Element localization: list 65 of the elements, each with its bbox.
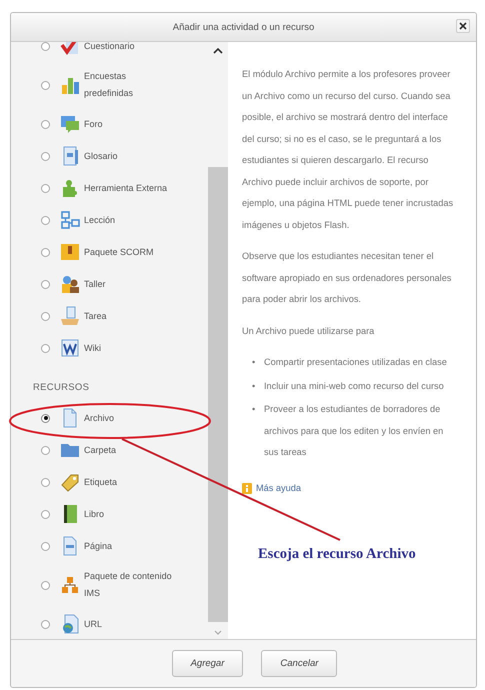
globe-document-icon <box>60 614 80 634</box>
close-icon <box>459 22 467 30</box>
more-help-link[interactable]: Más ayuda <box>256 478 301 499</box>
activity-label[interactable]: Foro <box>84 116 103 132</box>
radio-button[interactable] <box>41 478 50 486</box>
bullet-item: Incluir una mini-web como recurso del curso <box>264 380 444 392</box>
help-paragraph: Un Archivo puede utilizarse para <box>242 324 376 338</box>
radio-button[interactable] <box>41 42 50 50</box>
radio-button[interactable] <box>41 344 50 352</box>
radio-button[interactable] <box>41 510 50 518</box>
people-icon <box>60 274 80 294</box>
zigzag-icon <box>60 338 80 358</box>
bar-chart-icon <box>60 75 80 95</box>
radio-button[interactable] <box>41 248 50 256</box>
boxes-icon <box>60 575 80 595</box>
bullet-item: Compartir presentaciones utilizadas en clase <box>264 356 447 369</box>
activity-label[interactable]: Paquete SCORM <box>84 244 154 260</box>
radio-button[interactable] <box>41 542 50 550</box>
activity-label[interactable]: Lección <box>84 212 116 228</box>
activity-label[interactable]: Libro <box>84 506 104 522</box>
window-title: Añadir una actividad o un recurso <box>172 22 314 32</box>
activity-label[interactable]: Herramienta Externa <box>84 180 168 196</box>
radio-button[interactable] <box>41 580 50 590</box>
chat-bubble-icon <box>60 114 80 134</box>
tray-icon <box>60 306 80 326</box>
activity-label[interactable]: Glosario <box>84 148 118 164</box>
activity-label[interactable]: URL <box>84 616 102 632</box>
radio-button[interactable] <box>41 152 50 160</box>
tag-icon <box>60 472 80 492</box>
radio-button[interactable] <box>41 312 50 320</box>
activity-label[interactable]: Wiki <box>84 340 101 356</box>
close-button[interactable] <box>456 19 470 33</box>
box-icon <box>60 242 80 262</box>
activity-label[interactable]: Página <box>84 538 112 554</box>
checkmark-icon <box>60 42 80 56</box>
radio-button[interactable] <box>41 280 50 288</box>
radio-button[interactable] <box>41 120 50 128</box>
puzzle-icon <box>60 178 80 198</box>
help-paragraph: El módulo Archivo permite a los profesores proveer un Archivo como un recurso del curso. Cuando sea posible, el archivo se mostrará dentro del interface del curso; si no es el caso, se le preguntará a los estudiantes si quieren descargarlo. El recurso Archivo puede incluir archivos de soporte, por ejemplo, una página HTML puede tener incrustadas imágenes u objetos Flash. <box>242 68 454 232</box>
activity-label[interactable]: Paquete de contenido IMS <box>84 568 174 602</box>
radio-button[interactable] <box>41 414 50 422</box>
activity-label[interactable]: Tarea <box>84 308 107 324</box>
bullet-item: Proveer a los estudiantes de borradores de archivos para que los editen y los envíen en sus tareas <box>264 403 444 459</box>
radio-button[interactable] <box>41 216 50 224</box>
bullet-marker: • <box>252 356 256 369</box>
info-icon <box>242 482 252 494</box>
activity-label[interactable]: Encuestas predefinidas <box>84 68 174 102</box>
scrollbar-thumb[interactable] <box>208 167 228 622</box>
radio-button[interactable] <box>41 446 50 454</box>
cancel-button[interactable]: Cancelar <box>261 650 338 677</box>
radio-button[interactable] <box>41 184 50 192</box>
radio-button[interactable] <box>41 620 50 628</box>
activity-label[interactable]: Etiqueta <box>84 474 118 490</box>
activity-label[interactable]: Carpeta <box>84 442 116 458</box>
flowchart-icon <box>60 210 80 230</box>
radio-button[interactable] <box>41 80 50 90</box>
bullet-marker: • <box>252 403 256 416</box>
activity-label[interactable]: Cuestionario <box>84 42 135 54</box>
bullet-marker: • <box>252 380 256 392</box>
section-heading: RECURSOS <box>33 381 90 395</box>
annotation-text: Escoja el recurso Archivo <box>258 546 417 563</box>
activity-label[interactable]: Taller <box>84 276 106 292</box>
activity-label[interactable]: Archivo <box>84 410 114 426</box>
help-paragraph: Observe que los estudiantes necesitan tener el software apropiado en sus ordenadores personales para poder abrir los archivos. <box>242 250 452 306</box>
add-button[interactable]: Agregar <box>172 650 244 677</box>
